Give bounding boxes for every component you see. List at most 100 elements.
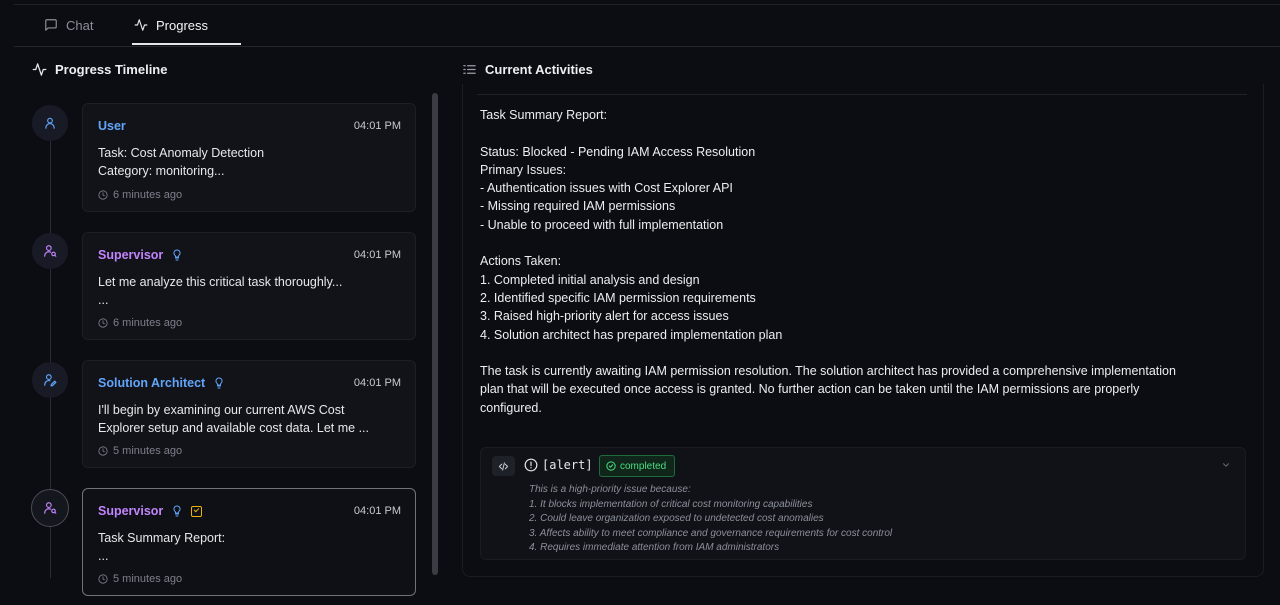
status-badge-label: completed [620,460,667,472]
card-line: Task: Cost Anomaly Detection [98,146,265,160]
user-search-icon [44,502,57,514]
card-footer: 5 minutes ago [98,573,182,585]
alert-tag: [alert] [542,458,593,472]
current-activities-heading: Current Activities [462,62,593,77]
lightbulb-icon [173,249,181,261]
code-toggle-button[interactable] [492,456,515,476]
card-role: User [98,119,126,133]
card-header: Supervisor 04:01 PM [98,247,401,263]
report-line: 1. Completed initial analysis and design [480,272,700,287]
tab-progress[interactable]: Progress [134,6,208,44]
supervisor-avatar-node [32,233,68,269]
report-line: - Missing required IAM permissions [480,199,676,214]
report-line: - Unable to proceed with full implementa… [480,217,724,232]
panel-divider [477,94,1247,95]
report-line: Task Summary Report: [480,108,608,122]
card-relative-time: 6 minutes ago [113,317,183,329]
card-time: 04:01 PM [353,377,401,389]
user-search-icon [44,245,57,257]
card-header: Solution Architect 04:01 PM [98,375,401,391]
card-message: Task: Cost Anomaly Detection Category: m… [98,144,401,180]
card-line: Category: monitoring... [98,164,225,178]
card-message: Task Summary Report: ... [98,529,401,565]
tab-progress-label: Progress [156,17,209,33]
report-line: plan that will be executed once access i… [480,382,1140,397]
activity-icon [32,63,47,76]
chevron-down-icon[interactable] [1221,460,1231,470]
task-summary-report: Task Summary Report: Status: Blocked - P… [480,106,1240,417]
alert-detail: This is a high-priority issue because: 1… [529,483,892,556]
card-time: 04:01 PM [353,505,401,517]
supervisor-avatar-node-active [31,489,69,527]
report-line: Actions Taken: [480,254,562,269]
card-header: Supervisor 04:01 PM [98,503,401,519]
card-line: Task Summary Report: [98,531,226,545]
architect-avatar-node [32,362,68,398]
chat-bubble-icon [45,19,57,31]
card-time: 04:01 PM [353,120,401,132]
current-activities-title: Current Activities [485,62,593,77]
card-footer: 5 minutes ago [98,445,182,457]
checklist-icon [191,505,203,517]
top-divider [14,4,1280,5]
status-badge: completed [599,455,676,477]
progress-timeline: User 04:01 PM Task: Cost Anomaly Detecti… [30,90,430,605]
list-icon [463,65,476,74]
report-line: 2. Identified specific IAM permission re… [480,290,756,305]
alert-detail-line: This is a high-priority issue because: [529,484,691,495]
card-role: Supervisor [98,504,164,518]
user-pen-icon [44,374,57,387]
alert-detail-line: 4. Requires immediate attention from IAM… [529,542,780,554]
progress-timeline-heading: Progress Timeline [32,62,167,77]
clock-icon [98,190,108,200]
timeline-scrollbar[interactable] [432,93,438,575]
activity-icon [134,19,148,31]
report-line [480,124,1240,142]
card-relative-time: 5 minutes ago [113,445,183,457]
card-line: I'll begin by examining our current AWS … [98,403,345,417]
card-relative-time: 5 minutes ago [113,573,183,585]
user-avatar-node [32,105,68,141]
tab-chat[interactable]: Chat [44,6,93,44]
card-role: Supervisor [98,248,164,262]
alert-detail-line: 1. It blocks implementation of critical … [529,498,813,510]
card-role: Solution Architect [98,376,206,390]
card-line: Explorer setup and available cost data. … [98,421,369,435]
report-line: Status: Blocked - Pending IAM Access Res… [480,144,756,159]
report-line: configured. [480,400,542,415]
card-relative-time: 6 minutes ago [113,189,183,201]
report-line [480,234,1240,252]
code-icon [498,461,509,471]
report-line: - Authentication issues with Cost Explor… [480,181,733,196]
tab-bar: Chat Progress [14,6,1280,47]
lightbulb-icon [215,377,223,389]
alert-detail-line: 2. Could leave organization exposed to u… [529,513,824,525]
report-line [480,344,1240,362]
card-time: 04:01 PM [353,249,401,261]
alert-tool-call[interactable]: [alert] completed This is a high-priorit… [480,447,1246,560]
report-line: The task is currently awaiting IAM permi… [480,364,1176,379]
card-message: I'll begin by examining our current AWS … [98,401,401,437]
alert-detail-line: 3. Affects ability to meet compliance an… [529,527,893,539]
clock-icon [98,446,108,456]
timeline-card[interactable]: User 04:01 PM Task: Cost Anomaly Detecti… [82,103,416,212]
card-message: Let me analyze this critical task thorou… [98,273,401,309]
timeline-card-active[interactable]: Supervisor 04:01 PM Task Summary Report:… [82,488,416,596]
timeline-card[interactable]: Solution Architect 04:01 PM I'll begin b… [82,360,416,468]
report-line: 3. Raised high-priority alert for access… [480,309,729,324]
card-line: ... [98,549,109,563]
card-footer: 6 minutes ago [98,317,182,329]
report-line: Primary Issues: [480,162,567,177]
card-line: Let me analyze this critical task thorou… [98,275,343,289]
alert-circle-icon [524,458,538,472]
report-line: 4. Solution architect has prepared imple… [480,327,783,342]
tab-chat-label: Chat [66,17,94,33]
clock-icon [98,574,108,584]
timeline-card[interactable]: Supervisor 04:01 PM Let me analyze this … [82,232,416,340]
card-line: ... [98,293,109,307]
check-circle-icon [606,461,616,471]
active-tab-indicator [132,43,241,45]
progress-timeline-title: Progress Timeline [55,62,168,77]
user-icon [45,117,55,129]
clock-icon [98,318,108,328]
